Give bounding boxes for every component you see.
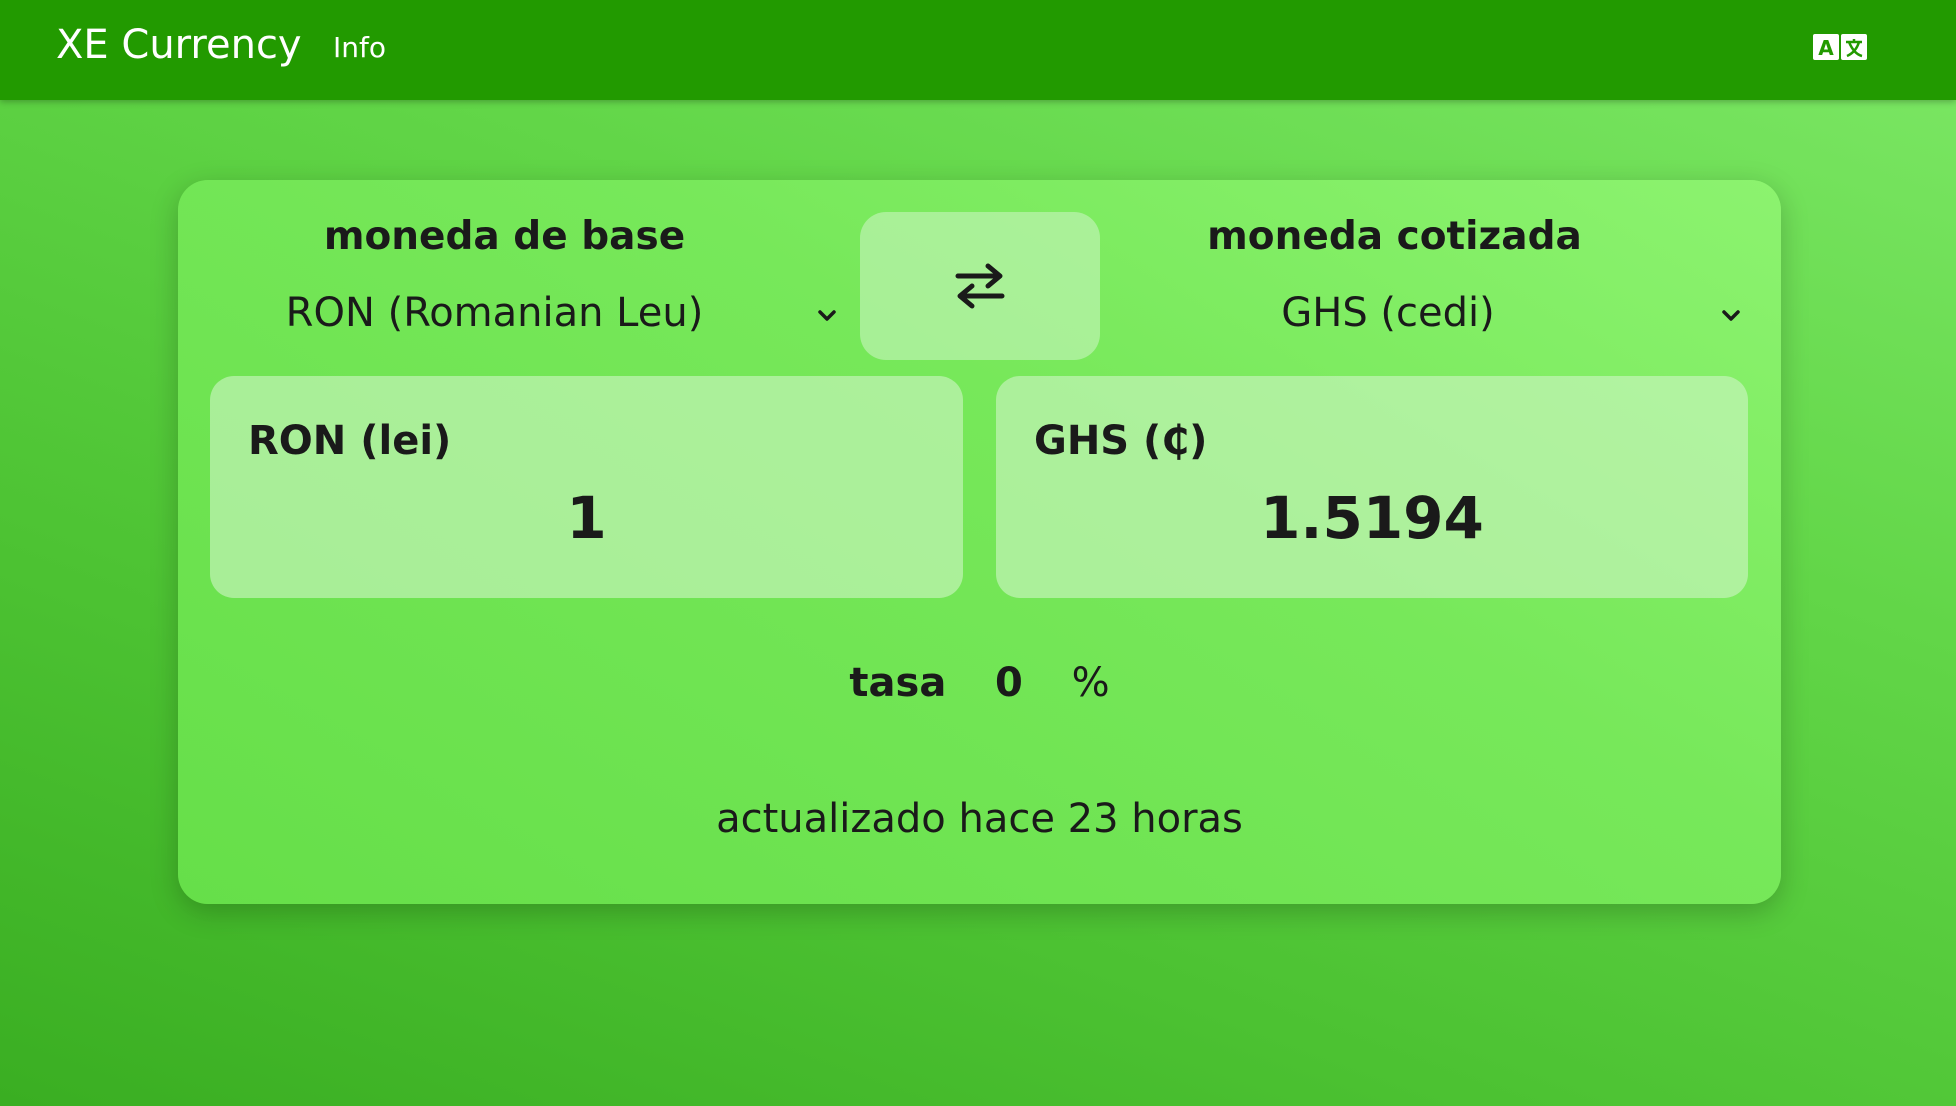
base-amount-value[interactable]: 1	[210, 484, 963, 552]
swap-arrows-icon	[955, 263, 1005, 309]
base-currency-select[interactable]: RON (Romanian Leu)	[218, 290, 771, 336]
app-title: XE Currency	[56, 22, 302, 68]
translate-button[interactable]: A	[1812, 32, 1870, 62]
swap-button[interactable]	[860, 212, 1100, 360]
translate-icon: A	[1813, 34, 1867, 60]
quote-amount-value[interactable]: 1.5194	[996, 484, 1748, 552]
fee-row: tasa 0 %	[178, 660, 1781, 706]
quote-currency-select[interactable]: GHS (cedi)	[1118, 290, 1658, 336]
quote-amount-label: GHS (₵)	[1034, 418, 1208, 464]
base-currency-label: moneda de base	[323, 214, 686, 259]
converter-card: moneda de base RON (Romanian Leu) moneda…	[178, 180, 1781, 904]
nav-info-link[interactable]: Info	[333, 31, 386, 64]
quote-currency-label: moneda cotizada	[1207, 214, 1582, 259]
last-updated-text: actualizado hace 23 horas	[716, 796, 1243, 842]
quote-amount-field[interactable]: GHS (₵) 1.5194	[996, 376, 1748, 598]
fee-label: tasa	[849, 660, 947, 706]
svg-text:A: A	[1818, 36, 1834, 60]
chevron-down-icon[interactable]	[814, 303, 840, 329]
base-amount-label: RON (lei)	[248, 418, 452, 464]
fee-unit: %	[1071, 660, 1110, 706]
app-bar: XE Currency Info A	[0, 0, 1956, 100]
chevron-down-icon[interactable]	[1718, 303, 1744, 329]
base-amount-field[interactable]: RON (lei) 1	[210, 376, 963, 598]
fee-input[interactable]: 0	[995, 660, 1023, 706]
